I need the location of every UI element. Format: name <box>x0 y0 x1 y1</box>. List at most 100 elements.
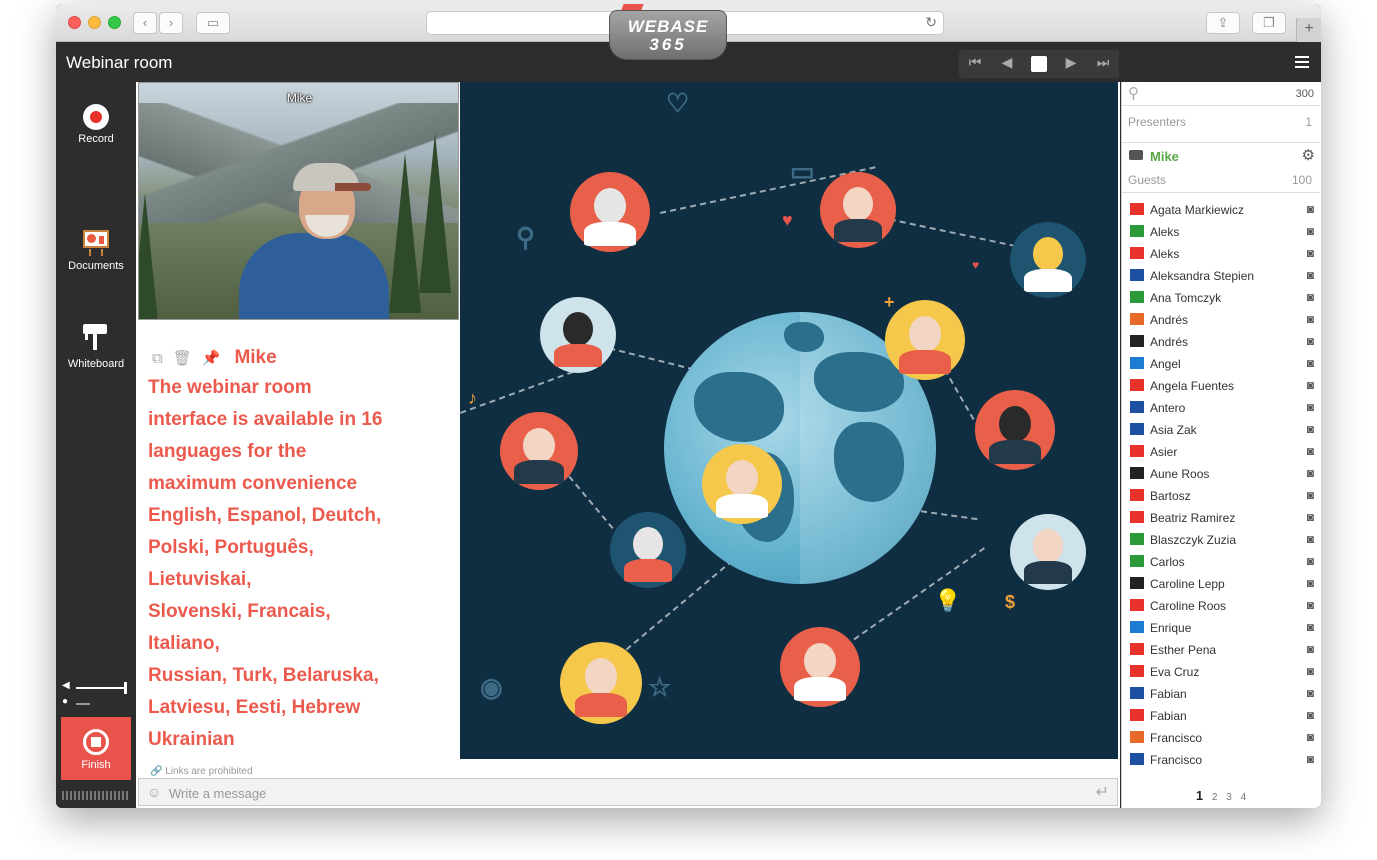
webcam-icon[interactable]: ◙ <box>1307 730 1314 744</box>
webcam-icon[interactable]: ◙ <box>1307 224 1314 238</box>
speaker-volume-slider[interactable]: ◀ <box>62 680 128 694</box>
guest-row[interactable]: Aleks ◙ <box>1122 243 1320 265</box>
webcam-icon[interactable]: ◙ <box>1307 488 1314 502</box>
slide-pager: ⏮ ◀ ▶ ⏭ <box>959 50 1119 78</box>
share-button[interactable]: ⇪ <box>1206 12 1240 34</box>
trash-icon[interactable]: 🗑 <box>173 349 192 367</box>
microphone-volume-slider[interactable]: ● <box>62 696 128 710</box>
guest-row[interactable]: Eva Cruz ◙ <box>1122 661 1320 683</box>
webcam-icon[interactable]: ◙ <box>1307 356 1314 370</box>
webcam-icon[interactable]: ◙ <box>1307 202 1314 216</box>
webcam-icon[interactable]: ◙ <box>1307 752 1314 766</box>
finish-button[interactable]: Finish <box>61 717 131 780</box>
presentation-board-icon <box>81 228 111 256</box>
guest-row[interactable]: Blaszczyk Zuzia ◙ <box>1122 529 1320 551</box>
new-tab-button[interactable]: + <box>1296 18 1321 42</box>
avatar-icon <box>560 642 642 724</box>
minimize-window-button[interactable] <box>88 16 101 29</box>
guest-row[interactable]: Bartosz ◙ <box>1122 485 1320 507</box>
guest-row[interactable]: Caroline Lepp ◙ <box>1122 573 1320 595</box>
guest-name: Angel <box>1150 357 1181 371</box>
webcam-icon[interactable]: ◙ <box>1307 598 1314 612</box>
message-input-placeholder[interactable]: Write a message <box>169 786 266 801</box>
prev-slide-button[interactable]: ◀ <box>997 54 1017 71</box>
guest-row[interactable]: Enrique ◙ <box>1122 617 1320 639</box>
next-slide-button[interactable]: ▶ <box>1061 54 1081 71</box>
webcam-icon[interactable]: ◙ <box>1307 466 1314 480</box>
reload-icon[interactable]: ↻ <box>925 14 937 31</box>
webcam-icon[interactable]: ◙ <box>1307 422 1314 436</box>
guest-row[interactable]: Fabian ◙ <box>1122 705 1320 727</box>
current-slide-indicator <box>1031 56 1047 72</box>
palette-icon: ◉ <box>480 672 503 702</box>
guest-row[interactable]: Asier ◙ <box>1122 441 1320 463</box>
webcam-icon[interactable]: ◙ <box>1307 268 1314 282</box>
webcam-icon[interactable]: ◙ <box>1307 378 1314 392</box>
webcam-icon[interactable]: ◙ <box>1307 708 1314 722</box>
page-link[interactable]: 2 <box>1212 792 1218 803</box>
tabs-overview-button[interactable]: ❐ <box>1252 12 1286 34</box>
guest-row[interactable]: Esther Pena ◙ <box>1122 639 1320 661</box>
webcam-icon[interactable]: ◙ <box>1307 532 1314 546</box>
pin-icon[interactable]: 📌 <box>202 349 221 367</box>
chat-message-header: ⧉ 🗑 📌 Mike <box>152 346 277 370</box>
flag-icon <box>1130 643 1144 655</box>
emoji-icon[interactable]: ☺ <box>147 784 161 800</box>
webcam-icon[interactable]: ◙ <box>1307 246 1314 260</box>
webcam-icon[interactable]: ◙ <box>1307 400 1314 414</box>
hamburger-menu-icon[interactable] <box>1295 56 1309 71</box>
guest-row[interactable]: Aleksandra Stepien ◙ <box>1122 265 1320 287</box>
webcam-icon[interactable]: ◙ <box>1307 312 1314 326</box>
guest-name: Caroline Roos <box>1150 599 1227 613</box>
guest-row[interactable]: Ana Tomczyk ◙ <box>1122 287 1320 309</box>
webcam-icon[interactable]: ◙ <box>1307 554 1314 568</box>
copy-icon[interactable]: ⧉ <box>152 350 163 367</box>
guest-row[interactable]: Carlos ◙ <box>1122 551 1320 573</box>
chat-bubble-icon: ▭ <box>790 156 815 186</box>
guest-row[interactable]: Andrés ◙ <box>1122 309 1320 331</box>
presenter-row[interactable]: Mike ⚙ <box>1122 142 1320 164</box>
guest-row[interactable]: Caroline Roos ◙ <box>1122 595 1320 617</box>
guest-row[interactable]: Asia Zak ◙ <box>1122 419 1320 441</box>
record-icon <box>83 104 109 130</box>
webcam-icon[interactable]: ◙ <box>1307 620 1314 634</box>
close-window-button[interactable] <box>68 16 81 29</box>
record-button[interactable]: Record <box>56 104 136 145</box>
guest-row[interactable]: Aleks ◙ <box>1122 221 1320 243</box>
sidebar-toggle-button[interactable]: ▭ <box>196 12 230 34</box>
guest-row[interactable]: Francisco ◙ <box>1122 727 1320 749</box>
page-link[interactable]: 3 <box>1226 792 1232 803</box>
send-enter-icon[interactable]: ↵ <box>1096 782 1109 802</box>
gear-icon[interactable]: ⚙ <box>1302 146 1315 164</box>
guest-row[interactable]: Francisco ◙ <box>1122 749 1320 771</box>
webcam-icon[interactable]: ◙ <box>1307 576 1314 590</box>
presenter-video[interactable]: Mike <box>138 82 459 320</box>
forward-button[interactable]: › <box>159 12 183 34</box>
guest-row[interactable]: Agata Markiewicz ◙ <box>1122 199 1320 221</box>
guest-row[interactable]: Angela Fuentes ◙ <box>1122 375 1320 397</box>
guest-row[interactable]: Antero ◙ <box>1122 397 1320 419</box>
page-link[interactable]: 1 <box>1196 788 1203 803</box>
guest-row[interactable]: Angel ◙ <box>1122 353 1320 375</box>
page-link[interactable]: 4 <box>1241 792 1247 803</box>
webcam-icon[interactable]: ◙ <box>1307 510 1314 524</box>
webcam-icon[interactable]: ◙ <box>1307 290 1314 304</box>
guest-row[interactable]: Andrés ◙ <box>1122 331 1320 353</box>
webcam-icon[interactable]: ◙ <box>1307 444 1314 458</box>
guest-row[interactable]: Beatriz Ramirez ◙ <box>1122 507 1320 529</box>
whiteboard-button[interactable]: Whiteboard <box>56 322 136 370</box>
guest-name: Aleks <box>1150 247 1180 261</box>
guest-row[interactable]: Fabian ◙ <box>1122 683 1320 705</box>
webcam-icon[interactable]: ◙ <box>1307 686 1314 700</box>
participant-search[interactable]: ⚲ 300 <box>1122 82 1320 106</box>
documents-button[interactable]: Documents <box>56 228 136 272</box>
guest-row[interactable]: Aune Roos ◙ <box>1122 463 1320 485</box>
last-slide-button[interactable]: ⏭ <box>1093 54 1113 71</box>
zoom-window-button[interactable] <box>108 16 121 29</box>
webcam-icon[interactable]: ◙ <box>1307 334 1314 348</box>
back-button[interactable]: ‹ <box>133 12 157 34</box>
message-composer[interactable]: ☺ Write a message ↵ <box>138 778 1118 806</box>
webcam-icon[interactable]: ◙ <box>1307 642 1314 656</box>
first-slide-button[interactable]: ⏮ <box>965 54 985 71</box>
webcam-icon[interactable]: ◙ <box>1307 664 1314 678</box>
